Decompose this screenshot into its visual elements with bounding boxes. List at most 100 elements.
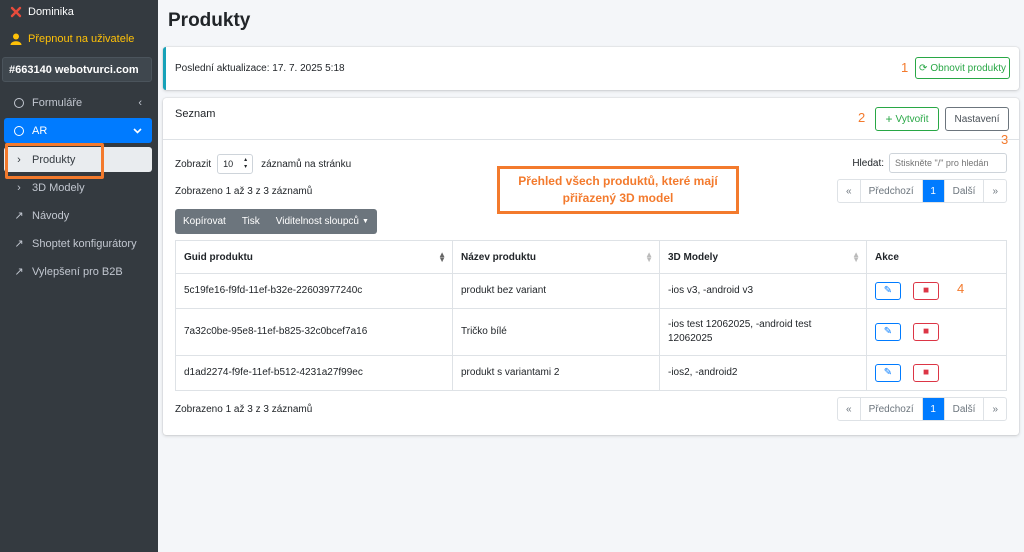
user-name: Dominika: [28, 6, 74, 18]
pager-next[interactable]: Další: [945, 398, 985, 420]
edit-button[interactable]: ✎: [875, 282, 901, 300]
marker-1: 1: [901, 60, 909, 75]
pager-next[interactable]: Další: [945, 180, 985, 202]
sidebar-item-shoptet-konfiguratory[interactable]: ↗ Shoptet konfigurátory: [4, 231, 152, 256]
switch-user-link[interactable]: Přepnout na uživatele: [10, 33, 168, 45]
user-icon: [10, 33, 22, 45]
circle-icon: [12, 125, 26, 136]
external-link-icon: ↗: [14, 266, 24, 278]
sidebar-item-ar[interactable]: AR: [4, 118, 152, 143]
sort-icon: ▲ ▼: [645, 250, 653, 264]
edit-icon: ✎: [883, 285, 893, 296]
column-header-models[interactable]: 3D Modely ▲ ▼: [659, 240, 867, 274]
switch-user-label: Přepnout na uživatele: [28, 33, 135, 45]
table-row: 7a32c0be-95e8-11ef-b825-32c0bcef7a16 Tri…: [175, 308, 1007, 356]
external-link-icon: ↗: [14, 238, 24, 250]
delete-button[interactable]: ■: [913, 323, 939, 341]
chevron-right-icon: ›: [17, 181, 21, 194]
column-header-actions: Akce: [866, 240, 1007, 274]
cell-name: produkt bez variant: [452, 273, 660, 309]
pager-prev[interactable]: Předchozí: [861, 180, 923, 202]
sort-icon: ▲ ▼: [852, 250, 860, 264]
cell-name: produkt s variantami 2: [452, 355, 660, 391]
tools-icon: [10, 6, 22, 18]
last-update-text: Poslední aktualizace: 17. 7. 2025 5:18: [175, 63, 345, 74]
list-card: Seznam 2 + Vytvořit Nastavení 3 Zobrazit…: [163, 98, 1019, 435]
page-length-control: Zobrazit 10 záznamů na stránku: [175, 154, 351, 174]
sidebar-item-navody[interactable]: ↗ Návody: [4, 203, 152, 228]
copy-button[interactable]: Kopírovat: [175, 209, 234, 234]
trash-icon: ■: [922, 326, 930, 337]
chevron-left-icon: ‹: [138, 96, 142, 109]
pager-first[interactable]: «: [838, 398, 861, 420]
create-button[interactable]: + Vytvořit: [875, 107, 939, 131]
page-length-select[interactable]: 10: [217, 154, 254, 174]
sidebar-item-label: Shoptet konfigurátory: [32, 237, 137, 250]
table-info: Zobrazeno 1 až 3 z 3 záznamů: [175, 186, 313, 197]
column-header-guid[interactable]: Guid produktu ▲ ▼: [175, 240, 453, 274]
settings-button[interactable]: Nastavení: [945, 107, 1009, 131]
pager-page-1[interactable]: 1: [922, 398, 945, 420]
create-label: Vytvořit: [895, 113, 929, 125]
delete-button[interactable]: ■: [913, 364, 939, 382]
cell-guid: 5c19fe16-f9fd-11ef-b32e-22603977240c: [175, 273, 453, 309]
per-page-label: záznamů na stránku: [261, 158, 352, 170]
highlight-box: [5, 143, 104, 179]
refresh-products-button[interactable]: ⟳ Obnovit produkty: [915, 57, 1010, 79]
pagination-top: « Předchozí 1 Další »: [837, 179, 1007, 203]
chevron-down-icon: [133, 128, 142, 134]
refresh-label: Obnovit produkty: [930, 62, 1006, 74]
callout-box: Přehled všech produktů, které mají přiřa…: [497, 166, 739, 214]
search-input[interactable]: [889, 153, 1007, 173]
refresh-icon: ⟳: [919, 62, 928, 74]
export-toolbar: Kopírovat Tisk Viditelnost sloupců ▼: [175, 209, 377, 234]
cell-guid: d1ad2274-f9fe-11ef-b512-4231a27f99ec: [175, 355, 453, 391]
table-info-bottom: Zobrazeno 1 až 3 z 3 záznamů: [175, 404, 313, 415]
settings-label: Nastavení: [954, 113, 1000, 125]
pager-last[interactable]: »: [984, 180, 1006, 202]
sidebar-item-label: AR: [32, 124, 48, 137]
column-visibility-button[interactable]: Viditelnost sloupců ▼: [268, 209, 377, 234]
delete-button[interactable]: ■: [913, 282, 939, 300]
edit-button[interactable]: ✎: [875, 323, 901, 341]
sidebar-item-label: 3D Modely: [32, 181, 85, 194]
cell-models: -ios v3, -android v3: [659, 273, 867, 309]
shop-selector[interactable]: #663140 webotvurci.com: [2, 57, 152, 82]
pagination-bottom: « Předchozí 1 Další »: [837, 397, 1007, 421]
cell-models: -ios2, -android2: [659, 355, 867, 391]
pager-first[interactable]: «: [838, 180, 861, 202]
search-label: Hledat:: [852, 157, 884, 169]
plus-icon: +: [885, 112, 893, 126]
print-button[interactable]: Tisk: [234, 209, 268, 234]
cell-guid: 7a32c0be-95e8-11ef-b825-32c0bcef7a16: [175, 308, 453, 356]
trash-icon: ■: [922, 285, 930, 296]
cell-actions: ✎ ■: [866, 355, 1007, 391]
update-card: Poslední aktualizace: 17. 7. 2025 5:18 1…: [163, 47, 1019, 90]
sidebar: Dominika Přepnout na uživatele #663140 w…: [0, 0, 158, 552]
marker-4: 4: [957, 281, 965, 296]
products-table: Guid produktu ▲ ▼ Název produktu ▲ ▼ 3D Mode…: [175, 240, 1007, 391]
marker-2: 2: [858, 110, 866, 125]
pager-last[interactable]: »: [984, 398, 1006, 420]
cell-actions: ✎ ■: [866, 308, 1007, 356]
edit-icon: ✎: [883, 326, 893, 337]
sidebar-item-label: Vylepšení pro B2B: [32, 265, 123, 278]
sidebar-item-vylepseni-b2b[interactable]: ↗ Vylepšení pro B2B: [4, 259, 152, 284]
sidebar-item-formulare[interactable]: Formuláře ‹: [4, 90, 152, 115]
trash-icon: ■: [922, 367, 930, 378]
table-row: d1ad2274-f9fe-11ef-b512-4231a27f99ec pro…: [175, 355, 1007, 391]
pager-page-1[interactable]: 1: [922, 180, 945, 202]
page-title: Produkty: [168, 10, 251, 31]
caret-down-icon: ▼: [361, 218, 369, 225]
cell-models: -ios test 12062025, -android test 120620…: [659, 308, 867, 356]
cell-actions: ✎ ■ 4: [866, 273, 1007, 309]
search-control: Hledat:: [852, 153, 1007, 173]
marker-3: 3: [1001, 132, 1009, 147]
sidebar-item-label: Návody: [32, 209, 70, 222]
user-menu[interactable]: Dominika: [10, 6, 168, 18]
column-header-name[interactable]: Název produktu ▲ ▼: [452, 240, 660, 274]
sidebar-item-label: Formuláře: [32, 96, 83, 109]
pager-prev[interactable]: Předchozí: [861, 398, 923, 420]
sort-asc-icon: ▲ ▼: [438, 250, 446, 264]
edit-button[interactable]: ✎: [875, 364, 901, 382]
